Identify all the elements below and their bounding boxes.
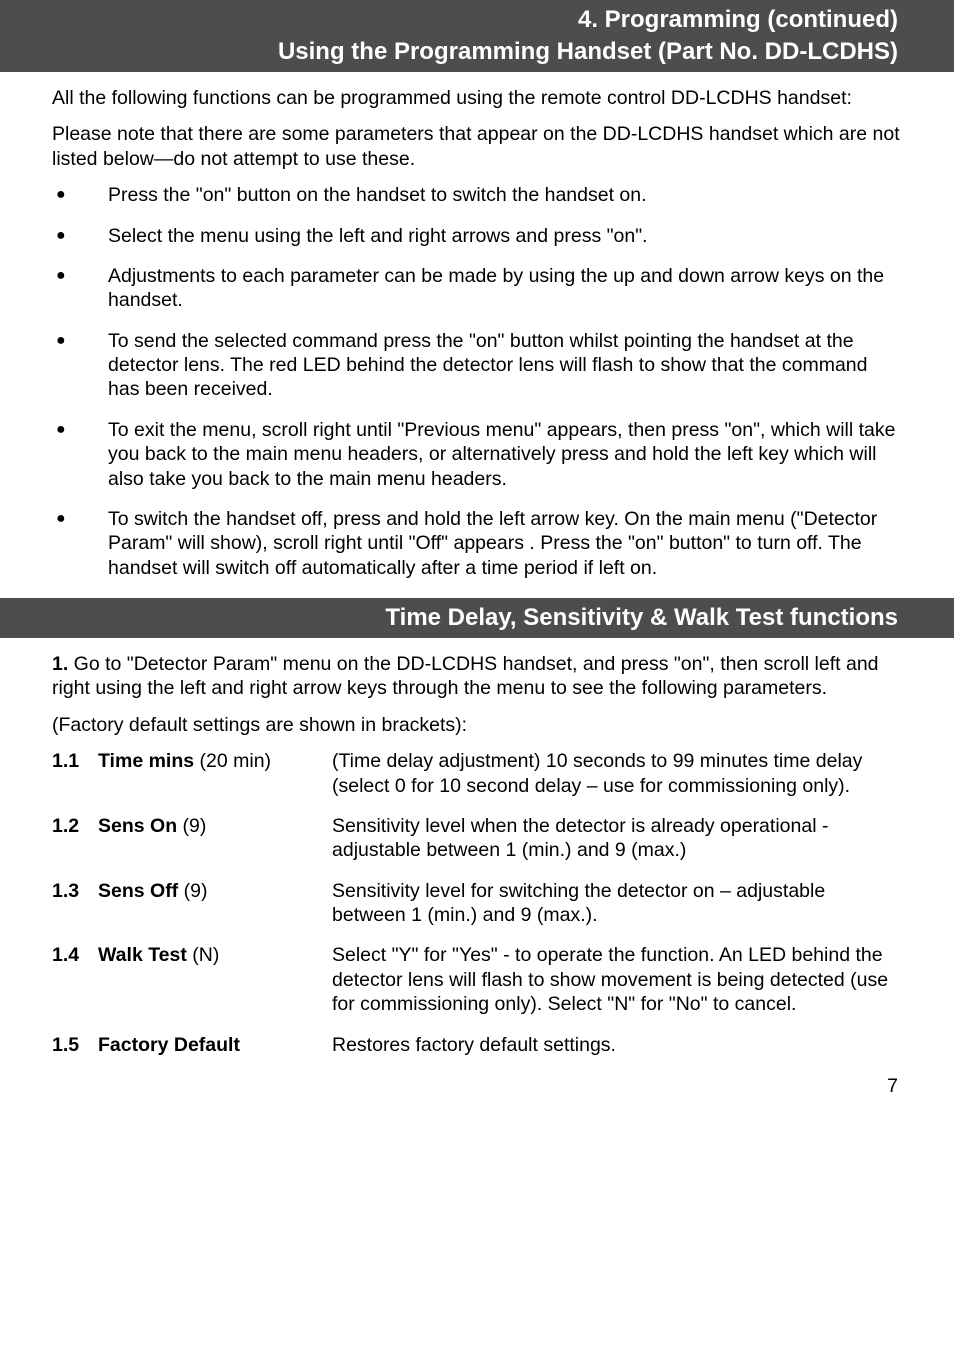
instruction-item: Select the menu using the left and right… <box>52 224 902 248</box>
parameter-name: Time mins (20 min) <box>98 749 332 773</box>
instruction-list: Press the "on" button on the handset to … <box>52 183 902 580</box>
page-number: 7 <box>52 1075 902 1098</box>
instruction-item: To exit the menu, scroll right until "Pr… <box>52 418 902 491</box>
parameter-row: 1.4 Walk Test (N) Select "Y" for "Yes" -… <box>52 943 902 1016</box>
parameter-description: Select "Y" for "Yes" - to operate the fu… <box>332 943 902 1016</box>
instruction-item: To send the selected command press the "… <box>52 329 902 402</box>
parameter-description: Restores factory default settings. <box>332 1033 902 1057</box>
parameter-row: 1.3 Sens Off (9) Sensitivity level for s… <box>52 879 902 928</box>
section-header: 4. Programming (continued) Using the Pro… <box>0 0 954 72</box>
subsection-header: Time Delay, Sensitivity & Walk Test func… <box>0 598 954 638</box>
parameter-number: 1.3 <box>52 879 98 903</box>
parameter-row: 1.5 Factory Default Restores factory def… <box>52 1033 902 1057</box>
section-title-2: Using the Programming Handset (Part No. … <box>52 38 902 66</box>
parameter-list: 1.1 Time mins (20 min) (Time delay adjus… <box>52 749 902 1057</box>
parameter-number: 1.1 <box>52 749 98 773</box>
parameter-name: Factory Default <box>98 1033 332 1057</box>
step-paragraph: 1. Go to "Detector Param" menu on the DD… <box>52 652 902 701</box>
parameter-row: 1.2 Sens On (9) Sensitivity level when t… <box>52 814 902 863</box>
parameter-description: Sensitivity level for switching the dete… <box>332 879 902 928</box>
parameter-description: Sensitivity level when the detector is a… <box>332 814 902 863</box>
parameter-number: 1.4 <box>52 943 98 967</box>
parameter-number: 1.2 <box>52 814 98 838</box>
parameter-number: 1.5 <box>52 1033 98 1057</box>
section-title-1: 4. Programming (continued) <box>52 6 902 34</box>
intro-paragraph-1: All the following functions can be progr… <box>52 86 902 110</box>
instruction-item: Adjustments to each parameter can be mad… <box>52 264 902 313</box>
parameter-name: Sens On (9) <box>98 814 332 838</box>
instruction-item: To switch the handset off, press and hol… <box>52 507 902 580</box>
parameter-name: Walk Test (N) <box>98 943 332 967</box>
parameter-row: 1.1 Time mins (20 min) (Time delay adjus… <box>52 749 902 798</box>
instruction-item: Press the "on" button on the handset to … <box>52 183 902 207</box>
subsection-title: Time Delay, Sensitivity & Walk Test func… <box>52 604 902 632</box>
parameter-name: Sens Off (9) <box>98 879 332 903</box>
intro-paragraph-2: Please note that there are some paramete… <box>52 122 902 171</box>
defaults-note: (Factory default settings are shown in b… <box>52 713 902 737</box>
parameter-description: (Time delay adjustment) 10 seconds to 99… <box>332 749 902 798</box>
